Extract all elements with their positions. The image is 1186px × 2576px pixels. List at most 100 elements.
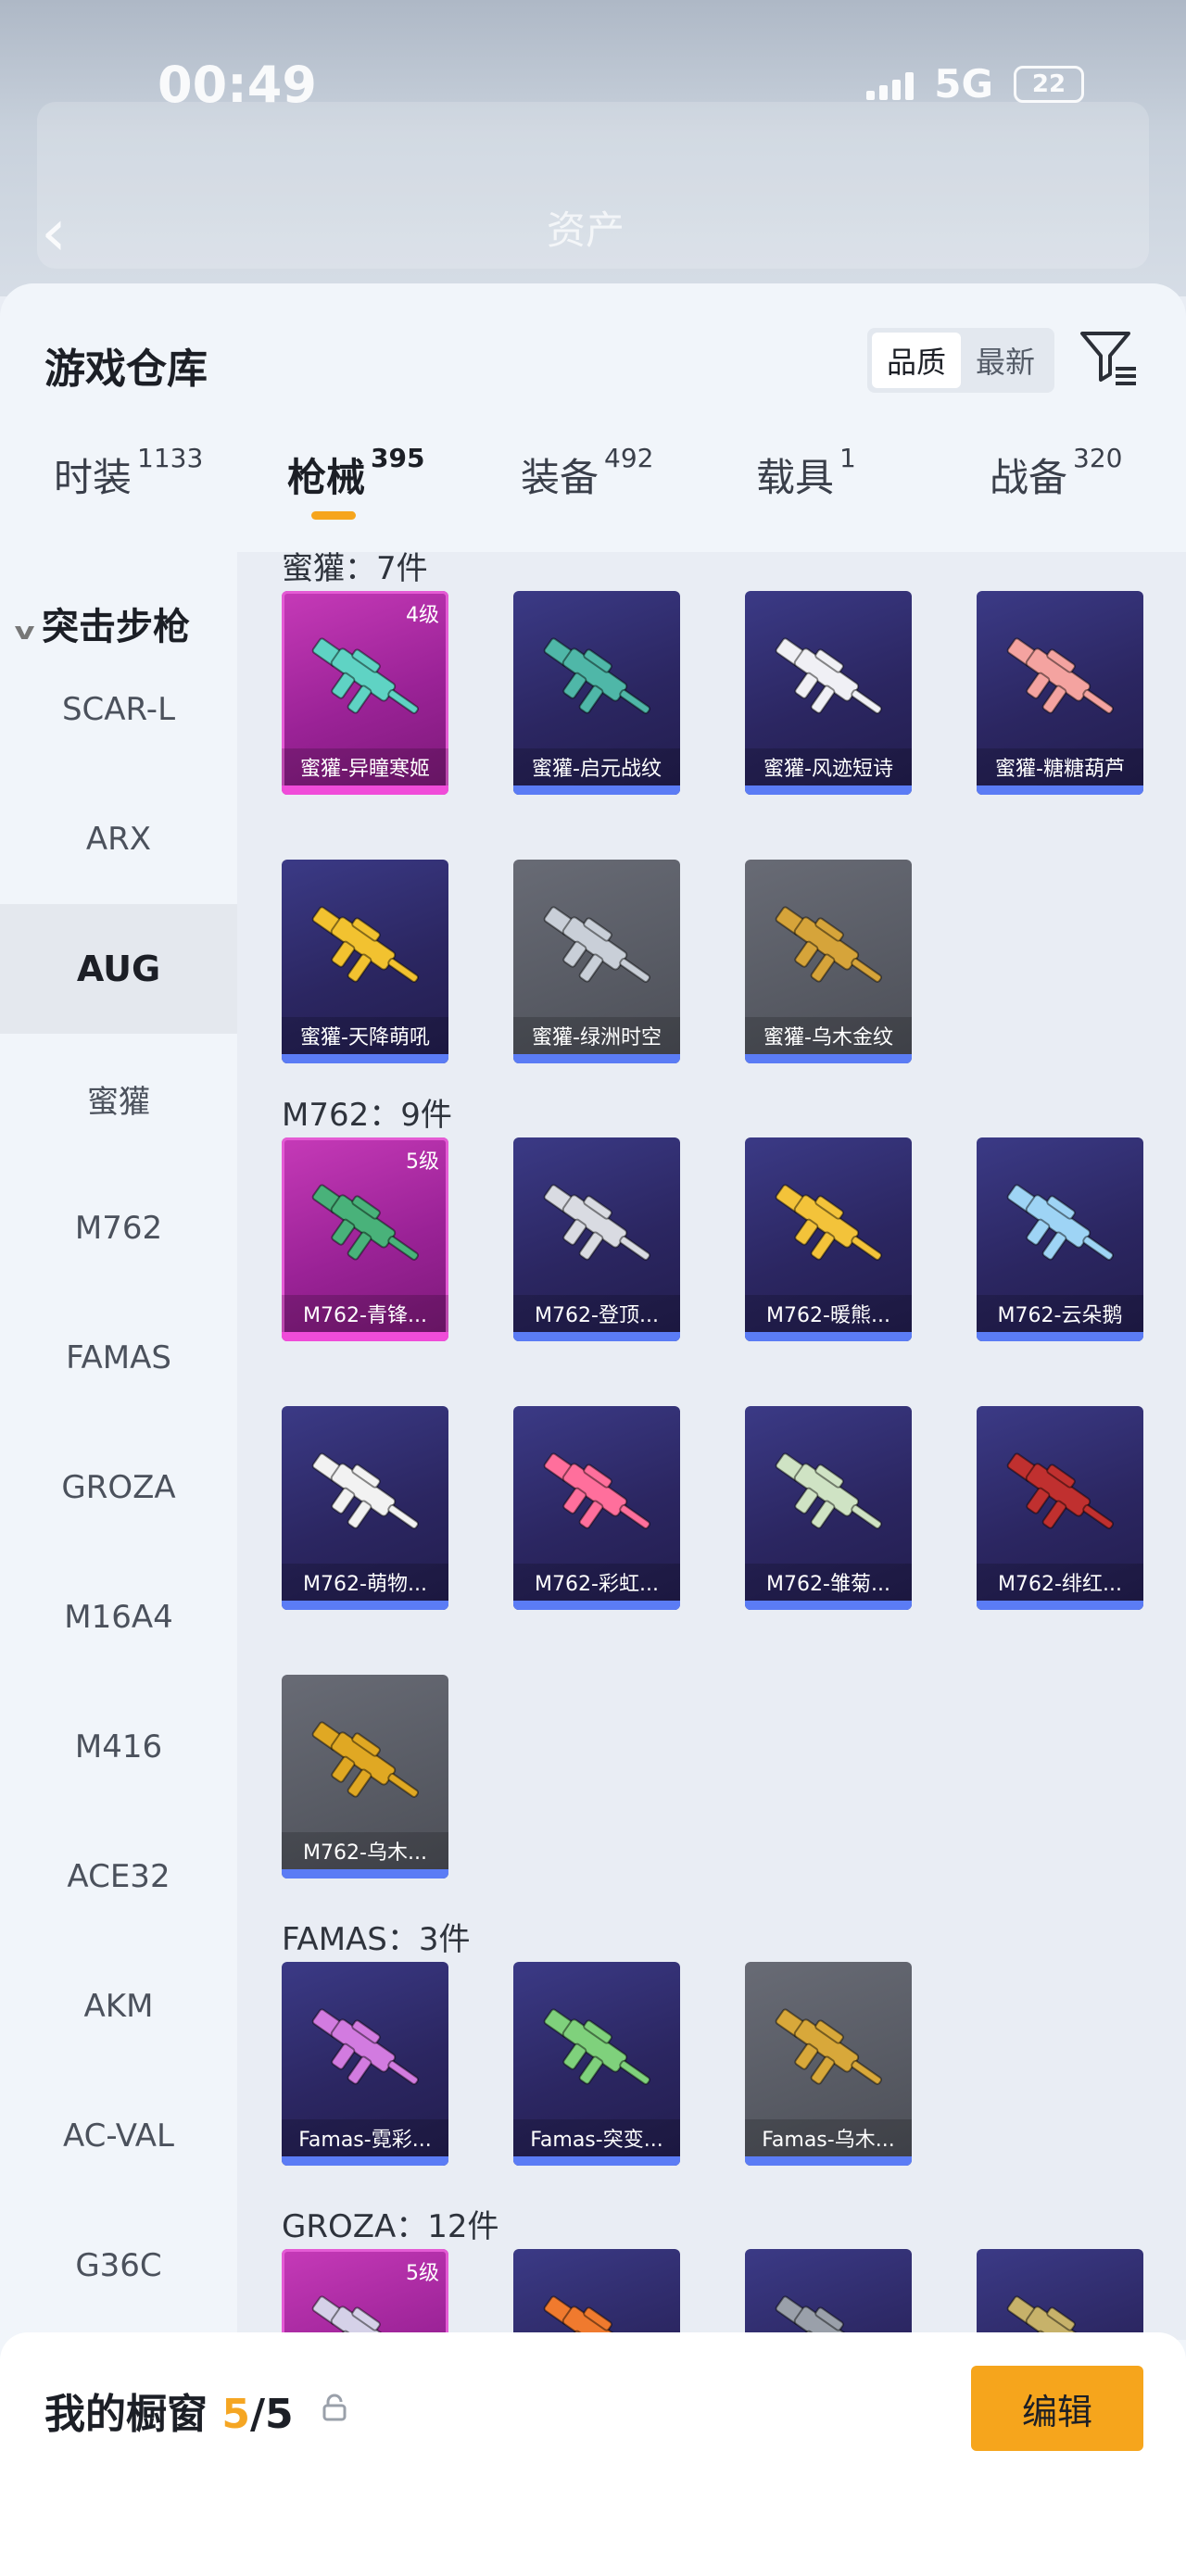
weapon-name: Famas-霓彩... [282,2119,448,2156]
weapon-card[interactable]: 蜜獾-风迹短诗 [745,591,912,795]
weapon-card[interactable]: 蜜獾-糖糖葫芦 [977,591,1143,795]
sidebar-item-12[interactable]: G36C [0,2201,237,2331]
weapon-name: M762-乌木... [282,1832,448,1869]
weapon-card[interactable]: 5级 [282,2249,448,2340]
showcase-footer: 我的橱窗 5/5 编辑 [0,2332,1186,2576]
sidebar-item-8[interactable]: M416 [0,1682,237,1812]
sidebar-item-0[interactable]: SCAR-L [0,645,237,774]
rarity-bar [745,1601,912,1610]
level-badge: 5级 [406,2262,439,2285]
gun-icon [543,637,650,714]
background-title: 资产 [547,207,625,253]
gun-icon [1006,1184,1114,1261]
rarity-bar [513,785,680,795]
tab-equipment[interactable]: 装备 492 [521,443,653,503]
sidebar-item-9[interactable]: ACE32 [0,1812,237,1941]
weapon-card[interactable]: Famas-突变... [513,1962,680,2166]
sidebar-item-11[interactable]: AC-VAL [0,2071,237,2201]
weapon-name: M762-登顶... [513,1295,680,1332]
rarity-bar [745,785,912,795]
sidebar-item-5[interactable]: FAMAS [0,1293,237,1423]
weapon-card[interactable]: 蜜獾-启元战纹 [513,591,680,795]
weapon-card[interactable]: 蜜獾-绿洲时空 [513,860,680,1063]
tab-vehicles[interactable]: 载具 1 [756,443,856,503]
gun-icon [311,637,419,714]
gun-icon [775,1452,882,1529]
gun-icon [311,2008,419,2085]
sidebar-item-10[interactable]: AKM [0,1941,237,2071]
group-title: GROZA：12件 [282,2208,499,2245]
weapon-card[interactable]: M762-雏菊... [745,1406,912,1610]
weapon-name: Famas-乌木... [745,2119,912,2156]
sidebar-item-3[interactable]: 蜜獾 [0,1034,237,1163]
weapon-card[interactable]: M762-绯红... [977,1406,1143,1610]
network-label: 5G [934,61,993,107]
sidebar-item-2[interactable]: AUG [0,904,237,1034]
weapon-name: M762-暖熊... [745,1295,912,1332]
weapon-name: 蜜獾-启元战纹 [513,748,680,785]
back-icon[interactable]: ‹ [41,195,67,270]
tab-underline [311,511,356,520]
weapon-name: 蜜獾-风迹短诗 [745,748,912,785]
tab-fashion[interactable]: 时装 1133 [54,443,203,503]
weapon-name: Famas-突变... [513,2119,680,2156]
rarity-bar [282,1601,448,1610]
rarity-bar [513,1601,680,1610]
gun-icon [1006,2295,1091,2340]
gun-icon [543,906,650,983]
weapon-name: M762-雏菊... [745,1564,912,1601]
filter-icon[interactable] [1079,328,1140,389]
rarity-bar [513,1332,680,1341]
rarity-bar [282,1869,448,1879]
weapon-card[interactable]: 蜜獾-天降萌吼 [282,860,448,1063]
weapon-card[interactable]: M762-乌木... [282,1675,448,1879]
sidebar-item-1[interactable]: ARX [0,774,237,904]
gun-icon [311,1452,419,1529]
sidebar-group-assault-rifle[interactable]: v 突击步枪 [14,597,189,650]
weapon-card[interactable]: 蜜獾-乌木金纹 [745,860,912,1063]
sort-newest-button[interactable]: 最新 [961,333,1050,388]
weapon-card[interactable]: M762-云朵鹅 [977,1137,1143,1341]
weapon-card[interactable]: 4级 蜜獾-异瞳寒姬 [282,591,448,795]
weapon-name: 蜜獾-乌木金纹 [745,1017,912,1054]
group-title: FAMAS：3件 [282,1921,471,1958]
background-banner: 00:49 5G 22 ‹ 资产 [0,0,1186,296]
showcase-total-count: /5 [249,2391,294,2438]
category-tabs: 时装 1133 枪械 395 装备 492 载具 1 战备 320 [0,443,1186,558]
weapon-card[interactable] [513,2249,680,2340]
weapon-card[interactable]: M762-萌物... [282,1406,448,1610]
weapon-card[interactable]: 5级 M762-青锋... [282,1137,448,1341]
sidebar-item-7[interactable]: M16A4 [0,1552,237,1682]
gun-icon [775,2295,860,2340]
rarity-bar [282,1054,448,1063]
status-indicators: 5G 22 [866,61,1084,107]
tab-supplies[interactable]: 战备 320 [990,443,1122,503]
sidebar-item-6[interactable]: GROZA [0,1423,237,1552]
gun-icon [1006,1452,1114,1529]
weapon-card[interactable]: M762-暖熊... [745,1137,912,1341]
edit-button[interactable]: 编辑 [971,2366,1143,2451]
level-badge: 4级 [406,604,439,627]
weapon-card[interactable]: M762-登顶... [513,1137,680,1341]
gun-icon [311,2295,397,2340]
status-time: 00:49 [158,56,317,114]
tab-guns[interactable]: 枪械 395 [287,443,424,520]
chevron-down-icon: v [14,618,35,646]
gun-icon [775,906,882,983]
weapon-card[interactable] [745,2249,912,2340]
weapon-name: 蜜獾-绿洲时空 [513,1017,680,1054]
sort-toggle: 品质 最新 [867,328,1054,393]
rarity-bar [282,1332,448,1341]
weapon-card[interactable]: Famas-霓彩... [282,1962,448,2166]
gun-icon [311,1721,419,1798]
rarity-bar [977,785,1143,795]
weapon-card[interactable]: Famas-乌木... [745,1962,912,2166]
weapon-card[interactable] [977,2249,1143,2340]
showcase-current-count: 5 [221,2391,250,2438]
weapon-name: M762-青锋... [282,1295,448,1332]
sort-quality-button[interactable]: 品质 [872,333,961,388]
sidebar-item-4[interactable]: M762 [0,1163,237,1293]
weapon-card[interactable]: M762-彩虹... [513,1406,680,1610]
group-title: 蜜獾：7件 [282,552,428,587]
rarity-bar [513,2156,680,2166]
